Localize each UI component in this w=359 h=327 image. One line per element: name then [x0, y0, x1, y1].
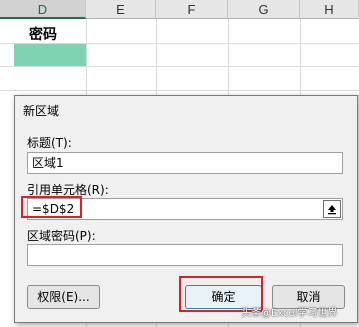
refers-to-input-value: =$D$2 [32, 202, 75, 216]
refers-to-input[interactable]: =$D$2 [27, 198, 343, 220]
collapse-dialog-button[interactable] [323, 200, 341, 218]
refers-to-label: 引用单元格(R): [27, 183, 109, 197]
title-input[interactable]: 区域1 [27, 152, 343, 174]
permissions-button[interactable]: 权限(E)... [27, 285, 100, 309]
dialog-title: 新区域 [23, 104, 60, 118]
title-input-value: 区域1 [32, 156, 64, 170]
column-header-g[interactable]: G [228, 0, 300, 19]
column-header-h[interactable]: H [300, 0, 359, 19]
collapse-up-arrow-icon [328, 204, 336, 214]
range-password-label: 区域密码(P): [27, 229, 96, 243]
watermark: 头条@Excel学习世界 [241, 308, 338, 319]
range-password-input[interactable] [27, 244, 343, 266]
new-range-dialog: 新区域 标题(T): 区域1 引用单元格(R): =$D$2 区域密码(P): … [14, 95, 358, 323]
column-header-f[interactable]: F [156, 0, 228, 19]
cell-d1[interactable]: 密码 [29, 24, 57, 44]
cell-d2[interactable] [14, 44, 86, 66]
column-header-e[interactable]: E [86, 0, 156, 19]
column-header-d[interactable]: D [0, 0, 86, 19]
title-label: 标题(T): [27, 136, 72, 150]
